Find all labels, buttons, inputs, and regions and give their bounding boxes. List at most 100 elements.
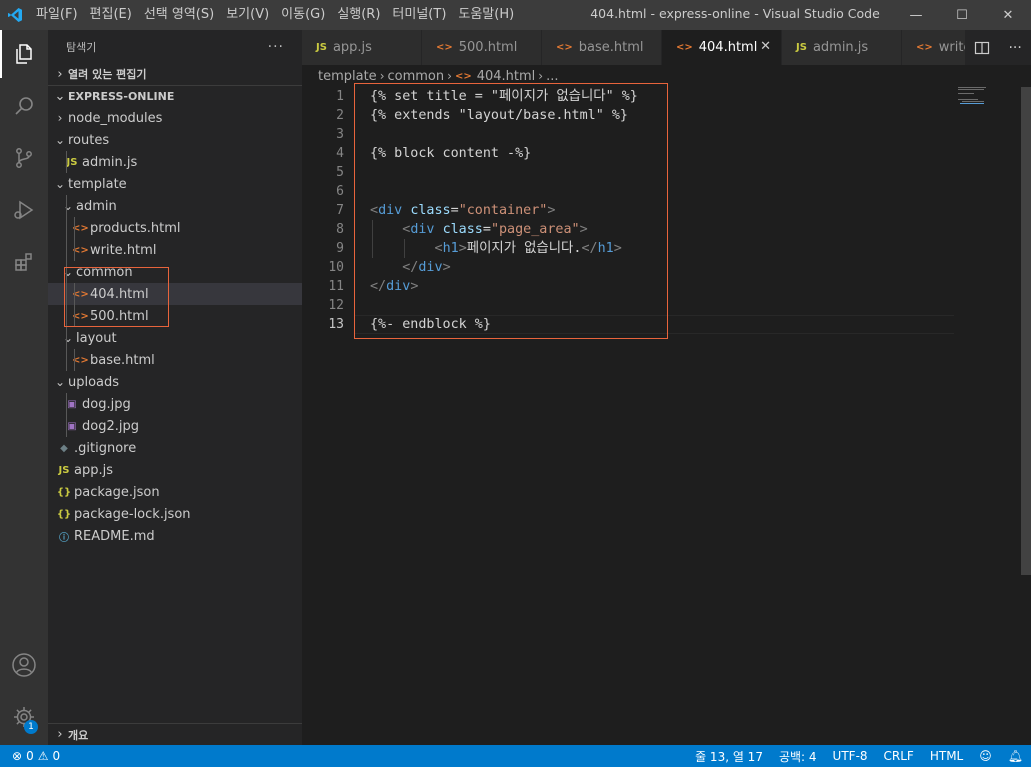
tree-item-label: admin.js: [82, 154, 138, 170]
file-item[interactable]: <> base.html: [48, 349, 302, 371]
chevron-right-icon: ›: [538, 69, 544, 83]
html-file-icon: <>: [436, 42, 453, 53]
menu-item[interactable]: 편집(E): [84, 0, 138, 30]
tree-item-label: package.json: [74, 484, 160, 500]
problems-indicator[interactable]: ⊗ 0 ⚠ 0: [0, 749, 60, 763]
folder-item[interactable]: ⌄ layout: [48, 327, 302, 349]
breadcrumb-item[interactable]: template: [318, 69, 377, 84]
tree-indent-guide: [66, 217, 67, 239]
open-editors-section[interactable]: › 열려 있는 편집기: [48, 63, 302, 85]
tab-app-js[interactable]: JS app.js: [302, 30, 422, 65]
tree-item-label: base.html: [90, 352, 155, 368]
indentation[interactable]: 공백: 4: [779, 748, 817, 765]
tab-base-html[interactable]: <> base.html: [542, 30, 662, 65]
split-editor-icon[interactable]: [974, 40, 990, 56]
menu-item[interactable]: 도움말(H): [452, 0, 520, 30]
minimap[interactable]: [954, 87, 1020, 117]
file-item[interactable]: ◆ .gitignore: [48, 437, 302, 459]
tab-404-html[interactable]: <> 404.html ✕: [662, 30, 782, 65]
folder-item[interactable]: ⌄ admin: [48, 195, 302, 217]
end-of-line[interactable]: CRLF: [884, 749, 914, 763]
tree-item-label: dog.jpg: [82, 396, 131, 412]
menu-item[interactable]: 터미널(T): [386, 0, 452, 30]
tab-label: 404.html: [698, 40, 758, 55]
file-item[interactable]: ▣ dog.jpg: [48, 393, 302, 415]
vertical-scrollbar[interactable]: [1021, 87, 1031, 575]
outline-section[interactable]: › 개요: [48, 723, 302, 745]
status-right: 줄 13, 열 17 공백: 4 UTF-8 CRLF HTML ☺ 🔔︎: [679, 745, 1023, 767]
source-control-icon: [16, 148, 32, 168]
file-item[interactable]: ⓘ README.md: [48, 525, 302, 547]
info-file-icon: ⓘ: [59, 532, 69, 544]
tree-item-label: template: [68, 176, 127, 192]
tree-indent-guide: [66, 415, 67, 437]
line-number: 7: [336, 203, 344, 218]
line-number: 4: [336, 146, 344, 161]
line-number: 3: [336, 127, 344, 142]
explorer-header: 탐색기 ···: [48, 30, 302, 63]
code-editor[interactable]: 1 2 3 4 5 6 7 8 9 10 11 12 13 {% set title = "페이지가 없…: [302, 83, 1031, 745]
feedback-icon[interactable]: ☺: [979, 749, 992, 763]
breadcrumb-item[interactable]: common: [388, 69, 445, 84]
vscode-logo-icon: [0, 0, 30, 30]
folder-item[interactable]: ⌄ routes: [48, 129, 302, 151]
html-file-icon: <>: [676, 42, 693, 53]
file-item[interactable]: JS app.js: [48, 459, 302, 481]
chevron-right-icon: ›: [447, 69, 452, 83]
tree-item-label: routes: [68, 132, 110, 148]
minimize-button[interactable]: —: [893, 0, 939, 30]
json-file-icon: {}: [56, 486, 72, 498]
tab-label: base.html: [578, 40, 644, 55]
close-tab-icon[interactable]: ✕: [760, 39, 771, 54]
more-actions-icon[interactable]: ···: [1008, 40, 1021, 56]
workspace-label: EXPRESS-ONLINE: [68, 90, 175, 103]
file-item[interactable]: JS admin.js: [48, 151, 302, 173]
cursor-position[interactable]: 줄 13, 열 17: [695, 748, 763, 765]
line-number: 12: [328, 298, 344, 313]
notifications-bell-icon[interactable]: 🔔︎: [1008, 749, 1023, 763]
close-button[interactable]: ✕: [985, 0, 1031, 30]
file-item[interactable]: <> products.html: [48, 217, 302, 239]
explorer-button[interactable]: [0, 30, 48, 78]
active-indicator: [0, 30, 2, 78]
search-button[interactable]: [0, 82, 48, 130]
run-debug-button[interactable]: [0, 186, 48, 234]
maximize-button[interactable]: ☐: [939, 0, 985, 30]
encoding[interactable]: UTF-8: [833, 749, 868, 763]
tree-indent-guide: [66, 239, 67, 261]
line-number: 13: [328, 317, 344, 332]
tree-indent-guide: [74, 217, 75, 239]
run-debug-icon: [14, 200, 34, 220]
menu-item[interactable]: 실행(R): [331, 0, 386, 30]
window-controls: — ☐ ✕: [893, 0, 1031, 30]
common-folder-highlight: [64, 267, 169, 327]
breadcrumb-item[interactable]: ...: [546, 69, 558, 84]
language-mode[interactable]: HTML: [930, 749, 963, 763]
workspace-section[interactable]: ⌄ EXPRESS-ONLINE: [48, 85, 302, 107]
manage-button[interactable]: 1: [0, 693, 48, 741]
source-control-button[interactable]: [0, 134, 48, 182]
folder-item[interactable]: ⌄ template: [48, 173, 302, 195]
file-item[interactable]: {} package.json: [48, 481, 302, 503]
tree-indent-guide: [66, 393, 67, 415]
menu-item[interactable]: 보기(V): [220, 0, 275, 30]
tree-item-label: README.md: [74, 528, 155, 544]
tab-500-html[interactable]: <> 500.html: [422, 30, 542, 65]
breadcrumb-item[interactable]: 404.html: [477, 69, 536, 84]
accounts-button[interactable]: [0, 641, 48, 689]
outline-label: 개요: [68, 728, 89, 742]
extensions-button[interactable]: [0, 238, 48, 286]
line-number: 8: [336, 222, 344, 237]
warning-count: 0: [52, 749, 61, 763]
line-number: 1: [336, 89, 344, 104]
file-item[interactable]: {} package-lock.json: [48, 503, 302, 525]
file-item[interactable]: <> write.html: [48, 239, 302, 261]
file-item[interactable]: ▣ dog2.jpg: [48, 415, 302, 437]
more-actions-button[interactable]: ···: [268, 39, 284, 55]
tab-admin-js[interactable]: JS admin.js: [782, 30, 902, 65]
folder-item[interactable]: ⌄ uploads: [48, 371, 302, 393]
menu-item[interactable]: 파일(F): [30, 0, 84, 30]
folder-item[interactable]: › node_modules: [48, 107, 302, 129]
menu-item[interactable]: 선택 영역(S): [138, 0, 220, 30]
menu-item[interactable]: 이동(G): [275, 0, 331, 30]
